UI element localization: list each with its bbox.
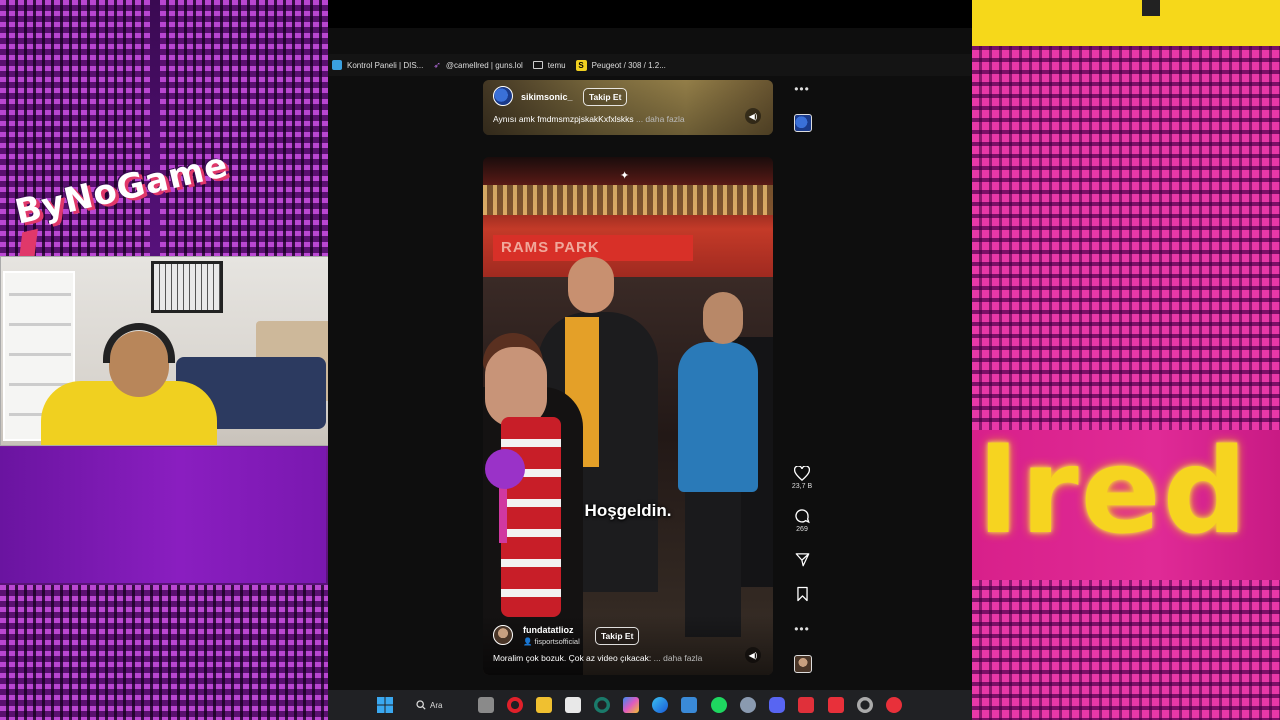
right-overlay-background: lred (972, 0, 1280, 720)
reel-username[interactable]: sikimsonic_ (521, 92, 573, 102)
more-options-icon[interactable]: ••• (790, 80, 814, 98)
mail-icon[interactable] (681, 697, 697, 713)
caption-text: Moralim çok bozuk. Çok az video çıkacak: (493, 653, 652, 663)
bookmark-label: Kontrol Paneli | DIS... (347, 60, 424, 70)
sparkle-icon: ✦ (620, 170, 630, 182)
search-icon (416, 700, 426, 710)
share-button[interactable] (790, 552, 814, 567)
send-icon (795, 553, 809, 567)
store-icon[interactable] (565, 697, 581, 713)
bookmark-kontrol-paneli[interactable]: Kontrol Paneli | DIS... (332, 60, 423, 70)
webcam-feed (0, 256, 340, 446)
bookmark-label: Peugeot / 308 / 1.2... (591, 60, 666, 70)
bookmark-label: @camellred | guns.lol (445, 60, 523, 70)
discord-icon[interactable] (769, 697, 785, 713)
reel-card-current[interactable]: RAMS PARK ✦ Hoşgeldin. fundatatlioz 👤 fi… (483, 157, 773, 675)
person-figure (568, 257, 614, 313)
collab-user[interactable]: 👤 fisportsofficial (523, 637, 580, 646)
taskbar-search[interactable]: Ara (416, 696, 442, 714)
user-avatar[interactable] (493, 86, 513, 106)
microphone (485, 449, 525, 489)
more-options-icon[interactable]: ••• (790, 620, 814, 638)
comment-button[interactable]: 269 (790, 508, 814, 533)
reel-username[interactable]: fundatatlioz (523, 625, 574, 635)
follow-button[interactable]: Takip Et (595, 627, 640, 645)
vivaldi-icon[interactable] (798, 697, 814, 713)
recording-icon[interactable] (886, 697, 902, 713)
person-figure (703, 292, 743, 344)
bookmark-label: temu (547, 60, 566, 70)
edge-icon[interactable] (652, 697, 668, 713)
reels-feed[interactable]: sikimsonic_ Takip Et Aynısı amk fmdmsmzp… (328, 78, 972, 690)
more-link[interactable]: ... daha fazla (654, 653, 703, 663)
reel-caption: Moralim çok bozuk. Çok az video çıkacak:… (493, 653, 702, 663)
steam-icon[interactable] (740, 697, 756, 713)
comment-count: 269 (796, 526, 808, 533)
bookmark-icon (796, 586, 808, 602)
bookmark-peugeot[interactable]: S Peugeot / 308 / 1.2... (575, 59, 666, 71)
search-label: Ara (430, 700, 443, 710)
heart-icon (794, 466, 810, 481)
wall-picture (151, 261, 223, 313)
mute-icon[interactable]: ◀) (745, 647, 761, 663)
opera-icon[interactable] (507, 697, 523, 713)
more-link[interactable]: ... daha fazla (636, 114, 685, 124)
video-subtitle: Hoşgeldin. (584, 501, 672, 520)
bookmarks-bar: Kontrol Paneli | DIS... ➶ @camellred | g… (328, 54, 972, 76)
file-explorer-icon[interactable] (536, 697, 552, 713)
bookmark-guns-lol[interactable]: ➶ @camellred | guns.lol (433, 60, 522, 71)
audio-thumbnail[interactable] (794, 655, 812, 673)
obs-icon[interactable] (857, 697, 873, 713)
headset (103, 323, 175, 363)
spotify-icon[interactable] (711, 697, 727, 713)
neon-sign-text: lred (978, 422, 1250, 560)
windows-taskbar: Ara (328, 690, 972, 720)
like-count: 23,7 B (791, 483, 813, 490)
folder-icon (532, 61, 543, 69)
rocket-icon: ➶ (433, 59, 441, 70)
app-icon[interactable] (828, 697, 844, 713)
dashboard-icon (332, 60, 342, 70)
browser-top-bar (328, 0, 972, 28)
windows-start-icon[interactable] (377, 697, 393, 713)
collab-username: fisportsofficial (534, 637, 580, 646)
task-view-icon[interactable] (478, 697, 494, 713)
follow-button[interactable]: Takip Et (583, 88, 628, 106)
person-figure (485, 347, 547, 427)
overlay-widget (1142, 0, 1160, 16)
stream-screen: { "overlay": { "logo_text": "ByNoGame", … (0, 0, 1280, 720)
browser-window: Kontrol Paneli | DIS... ➶ @camellred | g… (328, 0, 972, 690)
save-button[interactable] (790, 586, 814, 602)
caption-text: Aynısı amk fmdmsmzpjskakKxfxlskks (493, 114, 634, 124)
person-figure (678, 342, 758, 492)
reel-caption: Aynısı amk fmdmsmzpjskakKxfxlskks ... da… (493, 114, 685, 124)
stadium-roof (483, 185, 773, 215)
user-avatar[interactable] (493, 625, 513, 645)
building-graphic (972, 38, 1280, 720)
comment-icon (795, 509, 810, 524)
stadium-sign-text: RAMS PARK (501, 239, 600, 256)
bookmark-folder-temu[interactable]: temu (532, 60, 566, 70)
yellow-panel (972, 0, 1280, 46)
purple-panel (0, 447, 326, 583)
copilot-icon[interactable] (623, 697, 639, 713)
like-button[interactable]: 23,7 B (790, 466, 814, 490)
s-logo-icon: S (575, 59, 587, 71)
action-rail: ••• 23,7 B 269 ••• (790, 78, 814, 690)
mute-icon[interactable]: ◀) (745, 108, 761, 124)
chatgpt-icon[interactable] (594, 697, 610, 713)
person-icon: 👤 (523, 637, 533, 646)
building-graphic (0, 585, 328, 720)
audio-thumbnail[interactable] (794, 114, 812, 132)
reel-card-previous[interactable]: sikimsonic_ Takip Et Aynısı amk fmdmsmzp… (483, 80, 773, 135)
